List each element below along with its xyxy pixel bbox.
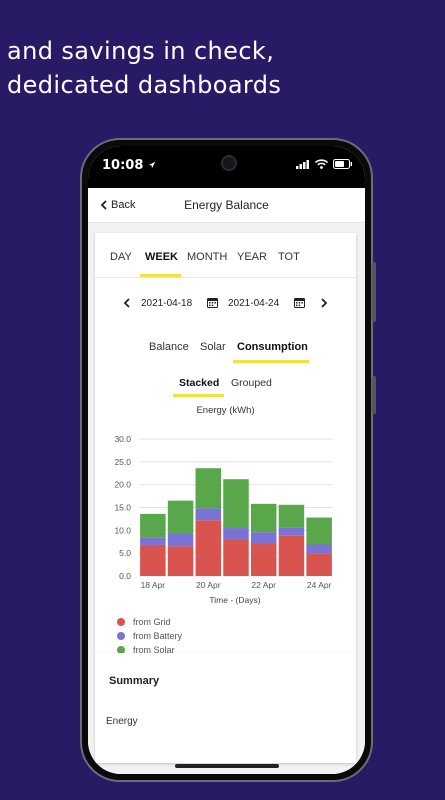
status-icons bbox=[296, 159, 353, 169]
period-tabs: DAY WEEK MONTH YEAR TOT bbox=[95, 233, 356, 278]
signal-icon bbox=[296, 160, 309, 169]
bar-segment-grid[interactable] bbox=[140, 544, 166, 576]
home-indicator[interactable] bbox=[174, 764, 279, 768]
y-tick-label: 15.0 bbox=[114, 503, 131, 513]
start-date[interactable]: 2021-04-18 bbox=[141, 298, 192, 309]
x-axis-labels: 18 Apr 20 Apr 22 Apr 24 Apr bbox=[141, 580, 332, 590]
phone-screen: 10:08 Back Energy Balance DAY WEEK MONTH… bbox=[88, 146, 365, 774]
bar-segment-battery[interactable] bbox=[306, 544, 332, 554]
legend-item-grid: from Grid bbox=[117, 615, 182, 629]
summary-card: Summary Energy bbox=[95, 653, 356, 763]
next-week-chevron-icon[interactable] bbox=[321, 298, 328, 308]
tab-week[interactable]: WEEK bbox=[145, 251, 178, 263]
wifi-icon bbox=[315, 159, 328, 169]
status-bar: 10:08 bbox=[88, 146, 365, 188]
bar-segment-solar[interactable] bbox=[306, 517, 332, 545]
headline-line-1: and savings in check, bbox=[7, 37, 275, 65]
bar-segment-battery[interactable] bbox=[278, 527, 305, 536]
mode-stacked[interactable]: Stacked bbox=[179, 377, 219, 389]
bar-segment-battery[interactable] bbox=[195, 508, 222, 521]
legend-dot-grid bbox=[117, 618, 125, 626]
bar-segment-battery[interactable] bbox=[250, 532, 277, 545]
phone-side-button-lower bbox=[372, 376, 376, 414]
mode-grouped[interactable]: Grouped bbox=[231, 377, 272, 389]
summary-energy-label: Energy bbox=[106, 716, 138, 727]
x-tick-label: 24 Apr bbox=[307, 580, 332, 590]
bar-segment-battery[interactable] bbox=[167, 533, 194, 547]
active-mode-underline bbox=[173, 394, 224, 397]
active-view-underline bbox=[233, 360, 309, 363]
y-tick-label: 5.0 bbox=[119, 548, 131, 558]
tab-day[interactable]: DAY bbox=[110, 251, 132, 263]
bar-segment-grid[interactable] bbox=[167, 546, 194, 576]
bar-segment-battery[interactable] bbox=[223, 528, 249, 540]
bar-segment-solar[interactable] bbox=[167, 500, 194, 534]
chart-card: DAY WEEK MONTH YEAR TOT 2021-04-18 2021-… bbox=[95, 233, 356, 655]
phone-side-button-upper bbox=[372, 262, 376, 322]
end-date[interactable]: 2021-04-24 bbox=[228, 298, 279, 309]
bar-segment-grid[interactable] bbox=[223, 539, 249, 576]
chart-title: Energy (kWh) bbox=[196, 405, 255, 416]
start-calendar-icon[interactable] bbox=[207, 297, 218, 308]
status-time: 10:08 bbox=[102, 158, 156, 173]
bar-segment-grid[interactable] bbox=[250, 544, 277, 576]
y-tick-label: 30.0 bbox=[114, 434, 131, 444]
phone-frame: 10:08 Back Energy Balance DAY WEEK MONTH… bbox=[80, 138, 376, 782]
bar-segment-solar[interactable] bbox=[223, 479, 249, 529]
y-tick-label: 10.0 bbox=[114, 525, 131, 535]
nav-bar: Back Energy Balance bbox=[88, 188, 365, 223]
y-tick-label: 20.0 bbox=[114, 480, 131, 490]
front-camera bbox=[220, 155, 237, 171]
legend-label-battery: from Battery bbox=[133, 631, 183, 641]
summary-title: Summary bbox=[109, 675, 160, 687]
status-time-text: 10:08 bbox=[102, 158, 144, 173]
marketing-headline: and savings in check, dedicated dashboar… bbox=[7, 34, 281, 102]
tab-consumption[interactable]: Consumption bbox=[237, 341, 308, 353]
bar-segment-grid[interactable] bbox=[195, 520, 222, 576]
tab-solar[interactable]: Solar bbox=[200, 341, 226, 353]
tab-tot[interactable]: TOT bbox=[278, 251, 300, 263]
chart-legend: from Grid from Battery from Solar bbox=[117, 615, 182, 657]
content-area: DAY WEEK MONTH YEAR TOT 2021-04-18 2021-… bbox=[88, 223, 365, 774]
x-tick-label: 18 Apr bbox=[141, 580, 166, 590]
bar-segment-grid[interactable] bbox=[278, 535, 305, 576]
bar-segment-solar[interactable] bbox=[195, 468, 222, 509]
x-axis-title: Time - (Days) bbox=[209, 595, 260, 605]
bar-segment-solar[interactable] bbox=[250, 503, 277, 533]
legend-label-grid: from Grid bbox=[133, 617, 171, 627]
previous-week-chevron-icon[interactable] bbox=[123, 298, 130, 308]
bar-segment-solar[interactable] bbox=[278, 504, 305, 528]
y-axis-labels: 0.0 5.0 10.0 15.0 20.0 25.0 30.0 bbox=[114, 434, 131, 581]
x-tick-label: 22 Apr bbox=[251, 580, 276, 590]
legend-dot-battery bbox=[117, 632, 125, 640]
consumption-chart: 0.0 5.0 10.0 15.0 20.0 25.0 30.0 18 Apr 20 Apr 2… bbox=[114, 434, 333, 605]
bar-segment-solar[interactable] bbox=[140, 513, 166, 538]
tab-balance[interactable]: Balance bbox=[149, 341, 189, 353]
headline-line-2: dedicated dashboards bbox=[7, 71, 282, 99]
page-title: Energy Balance bbox=[184, 198, 269, 212]
bar-segment-grid[interactable] bbox=[306, 553, 332, 576]
battery-icon bbox=[333, 159, 352, 169]
y-tick-label: 25.0 bbox=[114, 457, 131, 467]
tab-month[interactable]: MONTH bbox=[187, 251, 227, 263]
location-arrow-icon bbox=[148, 161, 156, 169]
active-period-underline bbox=[140, 274, 181, 277]
x-tick-label: 20 Apr bbox=[196, 580, 221, 590]
y-tick-label: 0.0 bbox=[119, 571, 131, 581]
tab-year[interactable]: YEAR bbox=[237, 251, 267, 263]
end-calendar-icon[interactable] bbox=[294, 297, 305, 308]
legend-item-battery: from Battery bbox=[117, 629, 182, 643]
bar-segment-battery[interactable] bbox=[140, 537, 166, 545]
date-range-row: 2021-04-18 2021-04-24 bbox=[95, 295, 356, 315]
